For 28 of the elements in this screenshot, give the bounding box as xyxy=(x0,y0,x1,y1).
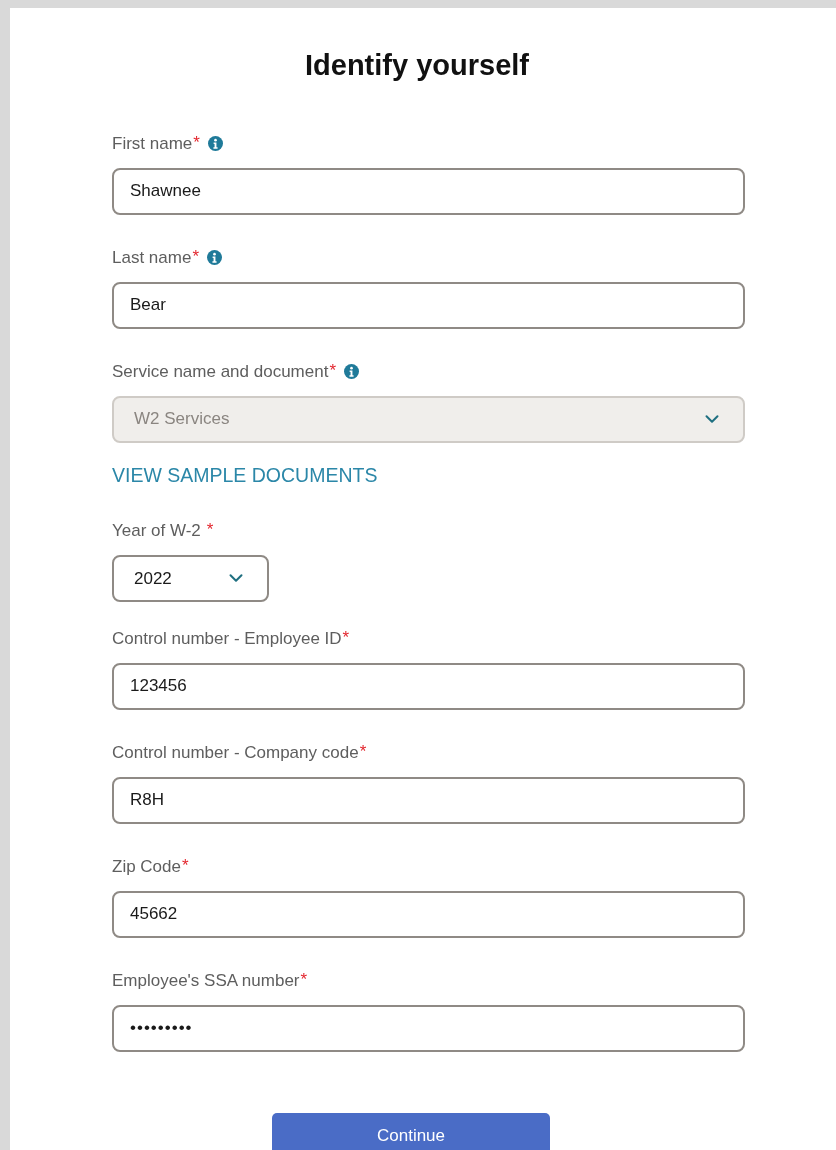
field-label: First name xyxy=(112,132,193,155)
input-field[interactable]: Shawnee xyxy=(112,167,745,215)
required-mark: * xyxy=(206,520,214,538)
field-label: Zip Code xyxy=(112,856,181,878)
required-mark: * xyxy=(193,133,200,151)
input-field[interactable]: 123456 xyxy=(112,662,745,710)
required-mark: * xyxy=(300,970,308,988)
field-label: Last name xyxy=(112,246,192,269)
field-label: Control number - Employee ID xyxy=(112,628,342,650)
info-icon[interactable] xyxy=(207,136,223,151)
field-label: Service name and document xyxy=(112,360,329,383)
field-label: Year of W-2 xyxy=(112,520,201,542)
field-label: Control number - Company code xyxy=(112,742,359,764)
input-field[interactable]: 45662 xyxy=(112,890,745,938)
required-mark: * xyxy=(359,742,367,760)
page-title: Identify yourself xyxy=(304,48,530,83)
required-mark: * xyxy=(192,247,199,265)
sample-documents-link[interactable]: VIEW SAMPLE DOCUMENTS xyxy=(112,463,378,486)
input-field[interactable]: R8H xyxy=(112,776,745,824)
info-icon[interactable] xyxy=(207,250,222,265)
continue-button[interactable]: Continue xyxy=(272,1112,550,1150)
dropdown[interactable]: 2022 xyxy=(112,554,269,602)
input-field[interactable]: Bear xyxy=(112,281,745,329)
required-mark: * xyxy=(329,361,337,379)
required-mark: * xyxy=(182,856,189,874)
field-label: Employee's SSA number xyxy=(112,970,300,992)
password-field[interactable]: ••••••••• xyxy=(112,1004,745,1052)
required-mark: * xyxy=(342,628,350,646)
